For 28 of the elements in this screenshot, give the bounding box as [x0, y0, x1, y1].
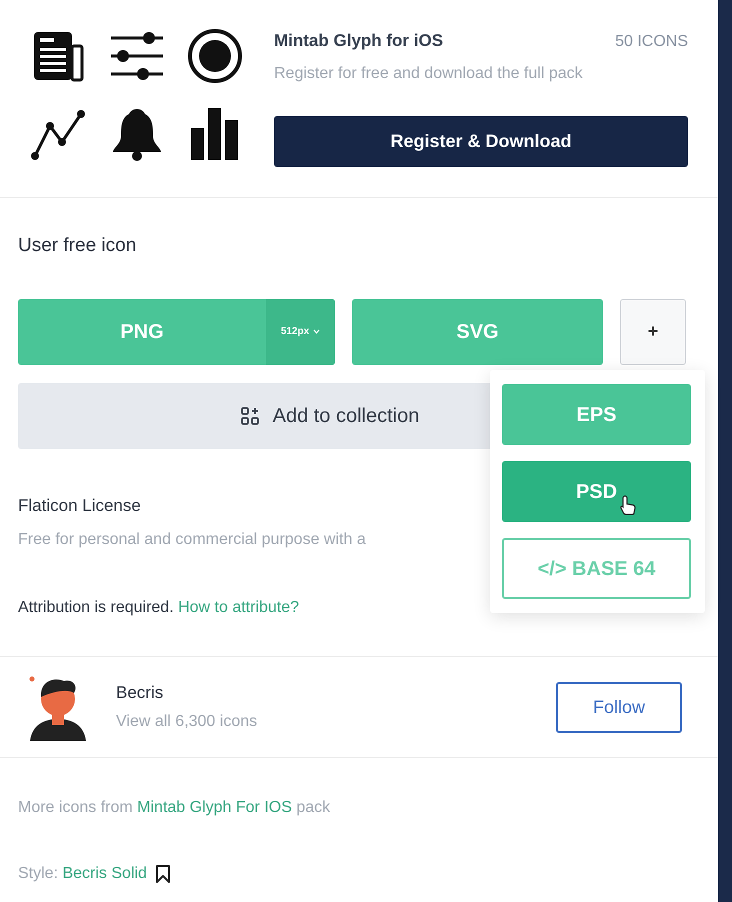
png-download-button[interactable]: PNG 512px — [18, 298, 335, 364]
pack-subtitle: Register for free and download the full pack — [274, 64, 584, 84]
pack-link[interactable]: Mintab Glyph For IOS — [137, 799, 292, 816]
register-download-button[interactable]: Register & Download — [274, 116, 688, 167]
more-icons-text: More icons from Mintab Glyph For IOS pack — [18, 798, 330, 818]
author-icon-count[interactable]: View all 6,300 icons — [116, 710, 556, 734]
attribution-link[interactable]: How to attribute? — [178, 599, 300, 616]
caret-icon — [313, 329, 320, 334]
section-title: User free icon — [18, 234, 138, 258]
format-option[interactable]: EPS — [502, 384, 691, 445]
license-description: Free for personal and commercial purpose with a — [18, 530, 366, 550]
bookmark-icon[interactable] — [154, 864, 171, 884]
collection-icon — [240, 406, 261, 426]
author-name[interactable]: Becris — [116, 680, 556, 706]
style-text: Style: Becris Solid — [18, 864, 147, 884]
format-option[interactable]: </> BASE 64 — [502, 538, 691, 599]
follow-button[interactable]: Follow — [556, 682, 682, 732]
hand-cursor-icon — [620, 495, 636, 515]
license-title: Flaticon License — [18, 494, 141, 516]
more-formats-button[interactable]: + — [620, 298, 686, 364]
style-link[interactable]: Becris Solid — [62, 865, 147, 882]
format-option[interactable]: PSD — [502, 461, 691, 522]
radio-icon — [187, 28, 244, 84]
icon-count: 50 ICONS — [615, 32, 688, 52]
size-selector[interactable]: 512px — [266, 298, 335, 364]
svg-download-button[interactable]: SVG — [352, 298, 603, 364]
attribution-text: Attribution is required. How to attribute? — [18, 598, 300, 618]
pack-title: Mintab Glyph for iOS — [274, 30, 444, 52]
